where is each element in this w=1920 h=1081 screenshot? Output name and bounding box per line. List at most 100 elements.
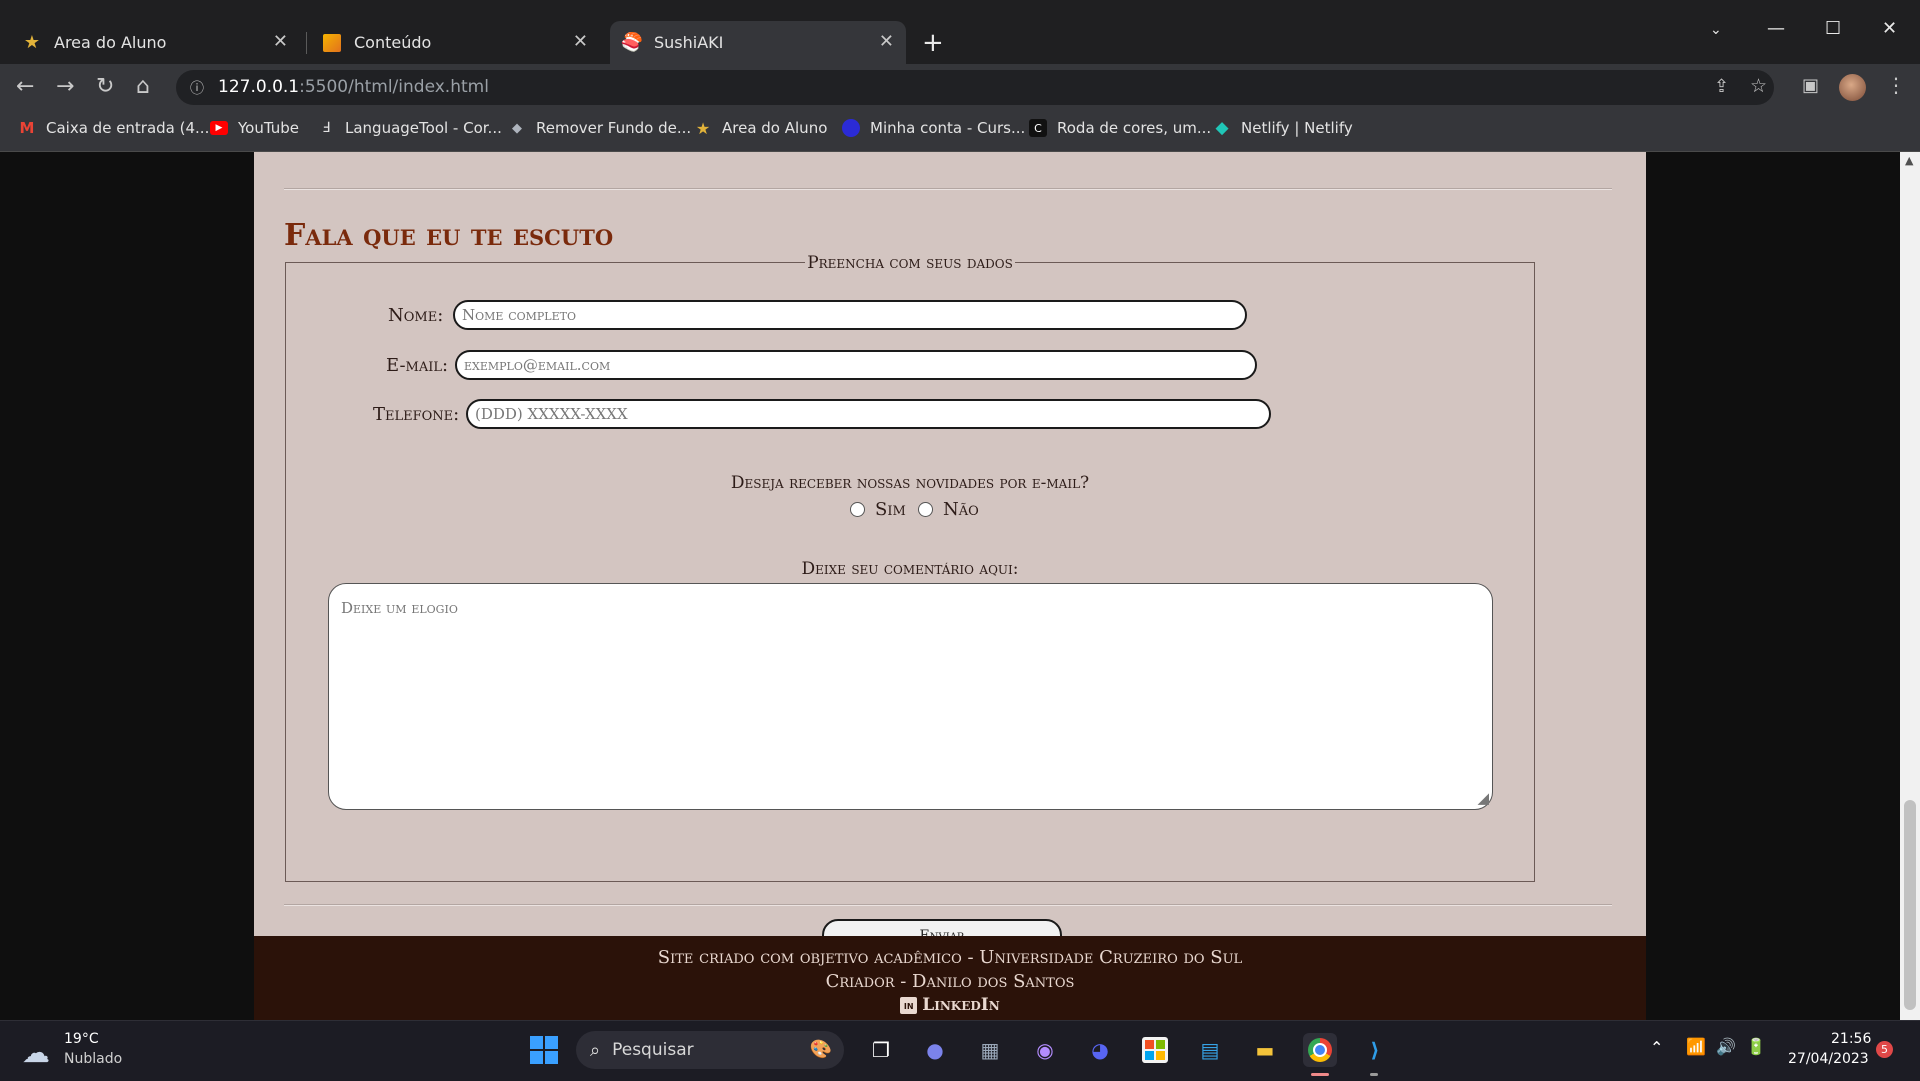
youtube-icon: ▶ bbox=[210, 121, 228, 135]
bookmark-star-icon[interactable]: ☆ bbox=[1750, 75, 1767, 97]
bookmark-label: YouTube bbox=[238, 119, 299, 137]
bookmark-label: Netlify | Netlify bbox=[1241, 119, 1353, 137]
share-icon[interactable]: ⇪ bbox=[1714, 76, 1729, 97]
tab-strip: ★ Area do Aluno ✕ Conteúdo ✕ 🍣 SushiAKI … bbox=[0, 0, 1920, 64]
tab-area-do-aluno[interactable]: ★ Area do Aluno ✕ bbox=[0, 21, 300, 64]
search-highlight-icon: 🎨 bbox=[809, 1039, 832, 1060]
minimize-icon[interactable]: — bbox=[1767, 18, 1785, 39]
close-icon[interactable]: ✕ bbox=[573, 31, 588, 52]
star-logo-icon: ★ bbox=[23, 32, 41, 53]
newsletter-question-wrap: Deseja receber nossas novidades por e-ma… bbox=[286, 473, 1534, 493]
close-icon[interactable]: ✕ bbox=[273, 31, 288, 52]
forward-arrow-icon[interactable]: → bbox=[56, 74, 74, 99]
profile-avatar[interactable] bbox=[1839, 74, 1866, 101]
bookmark-label: LanguageTool - Cor... bbox=[345, 119, 502, 137]
netlify-icon: ◆ bbox=[1215, 118, 1229, 138]
radio-yes[interactable] bbox=[850, 502, 865, 517]
newsletter-question: Deseja receber nossas novidades por e-ma… bbox=[730, 473, 1090, 493]
name-placeholder: Nome completo bbox=[462, 306, 576, 324]
taskbar-search[interactable]: ⌕ Pesquisar 🎨 bbox=[576, 1031, 844, 1069]
weather-temp[interactable]: 19°C bbox=[64, 1031, 99, 1047]
tab-search-chevron-icon[interactable]: ⌄ bbox=[1710, 22, 1722, 38]
page-scrollbar[interactable]: ▲ bbox=[1900, 152, 1920, 1020]
bookmark-gmail[interactable]: M Caixa de entrada (4.... bbox=[18, 119, 215, 137]
linkedin-link[interactable]: in LinkedIn bbox=[900, 995, 1000, 1015]
volume-icon[interactable]: 🔊 bbox=[1716, 1037, 1736, 1056]
bookmark-area-do-aluno[interactable]: ★ Area do Aluno bbox=[694, 119, 828, 138]
bookmark-roda-de-cores[interactable]: C Roda de cores, um... bbox=[1029, 119, 1211, 137]
course-icon bbox=[842, 119, 860, 137]
site-info-icon[interactable]: ⓘ bbox=[190, 78, 204, 98]
tab-sushiaki[interactable]: 🍣 SushiAKI ✕ bbox=[610, 21, 906, 64]
site-footer: Site criado com objetivo acadêmico - Uni… bbox=[254, 936, 1646, 1020]
wifi-icon[interactable]: 📶 bbox=[1686, 1037, 1706, 1056]
tab-conteudo[interactable]: Conteúdo ✕ bbox=[300, 21, 600, 64]
email-input[interactable]: exemplo@email.com bbox=[455, 350, 1257, 380]
name-input[interactable]: Nome completo bbox=[453, 300, 1247, 330]
phone-placeholder: (DDD) XXXXX-XXXX bbox=[475, 405, 628, 423]
calculator-icon[interactable]: ▦ bbox=[973, 1033, 1007, 1067]
window-close-icon[interactable]: ✕ bbox=[1882, 18, 1897, 39]
tab-title: Area do Aluno bbox=[54, 33, 167, 52]
clock-time[interactable]: 21:56 bbox=[1831, 1031, 1871, 1047]
menu-kebab-icon[interactable]: ⋮ bbox=[1886, 73, 1906, 97]
linkedin-label: LinkedIn bbox=[922, 995, 1000, 1015]
maximize-icon[interactable]: ☐ bbox=[1825, 18, 1841, 39]
divider bbox=[284, 904, 1612, 906]
close-icon[interactable]: ✕ bbox=[879, 31, 894, 52]
scroll-thumb[interactable] bbox=[1904, 800, 1916, 1010]
battery-icon[interactable]: 🔋 bbox=[1746, 1037, 1766, 1056]
radio-yes-label: Sim bbox=[875, 499, 906, 520]
clock-date[interactable]: 27/04/2023 bbox=[1788, 1051, 1869, 1067]
github-icon[interactable]: ◉ bbox=[1028, 1033, 1062, 1067]
home-icon[interactable]: ⌂ bbox=[136, 74, 150, 99]
comment-textarea[interactable]: Deixe um elogio ◢ bbox=[328, 583, 1493, 810]
legend-text: Preencha com seus dados bbox=[805, 253, 1015, 273]
notification-badge[interactable]: 5 bbox=[1876, 1041, 1893, 1058]
email-placeholder: exemplo@email.com bbox=[464, 356, 611, 374]
vscode-icon[interactable]: ⟩ bbox=[1358, 1033, 1392, 1067]
browser-toolbar: ← → ↻ ⌂ ⓘ 127.0.0.1:5500/html/index.html… bbox=[0, 64, 1920, 111]
scroll-up-arrow-icon[interactable]: ▲ bbox=[1905, 154, 1913, 167]
chrome-icon[interactable] bbox=[1303, 1033, 1337, 1067]
windows-start-icon[interactable] bbox=[527, 1033, 561, 1067]
phone-input[interactable]: (DDD) XXXXX-XXXX bbox=[466, 399, 1271, 429]
bookmark-label: Remover Fundo de... bbox=[536, 119, 692, 137]
bookmark-minha-conta[interactable]: Minha conta - Curs... bbox=[842, 119, 1025, 137]
chrome-active-indicator bbox=[1311, 1073, 1329, 1076]
radio-no[interactable] bbox=[918, 502, 933, 517]
notepad-icon[interactable]: ▤ bbox=[1193, 1033, 1227, 1067]
file-explorer-icon[interactable]: ▬ bbox=[1248, 1033, 1282, 1067]
layers-icon: ◆ bbox=[512, 120, 522, 136]
page-viewport: Fala que eu te escuto Preencha com seus … bbox=[0, 152, 1900, 1020]
weather-cloud-icon[interactable]: ☁ bbox=[22, 1036, 50, 1069]
show-hidden-icons-chevron-icon[interactable]: ⌃ bbox=[1650, 1038, 1663, 1057]
bookmark-label: Minha conta - Curs... bbox=[870, 119, 1026, 137]
task-view-icon[interactable]: ❐ bbox=[864, 1033, 898, 1067]
bookmark-languagetool[interactable]: Ⅎ LanguageTool - Cor... bbox=[317, 119, 502, 137]
radio-no-label: Não bbox=[943, 499, 979, 520]
bookmarks-bar: M Caixa de entrada (4.... ▶ YouTube Ⅎ La… bbox=[0, 111, 1920, 152]
reload-icon[interactable]: ↻ bbox=[96, 74, 114, 99]
teams-chat-icon[interactable]: ● bbox=[918, 1033, 952, 1067]
search-label: Pesquisar bbox=[612, 1040, 694, 1060]
bookmark-label: Roda de cores, um... bbox=[1057, 119, 1212, 137]
color-wheel-icon: C bbox=[1029, 119, 1047, 137]
bookmark-netlify[interactable]: ◆ Netlify | Netlify bbox=[1213, 118, 1353, 138]
microsoft-store-icon[interactable] bbox=[1138, 1033, 1172, 1067]
side-panel-icon[interactable]: ▣ bbox=[1802, 75, 1819, 96]
footer-line-creator: Criador - Danilo dos Santos bbox=[825, 971, 1075, 992]
address-bar[interactable]: ⓘ 127.0.0.1:5500/html/index.html ⇪ ☆ bbox=[176, 70, 1774, 105]
weather-condition[interactable]: Nublado bbox=[64, 1051, 122, 1067]
back-arrow-icon[interactable]: ← bbox=[16, 74, 34, 99]
new-tab-button[interactable]: + bbox=[922, 28, 944, 58]
discord-icon[interactable]: ◕ bbox=[1083, 1033, 1117, 1067]
resize-handle-icon[interactable]: ◢ bbox=[1477, 789, 1489, 807]
bookmark-remover-fundo[interactable]: ◆ Remover Fundo de... bbox=[508, 119, 691, 137]
sushi-icon: 🍣 bbox=[620, 32, 644, 53]
bookmark-youtube[interactable]: ▶ YouTube bbox=[210, 119, 299, 137]
gmail-icon: M bbox=[19, 119, 35, 137]
vscode-open-indicator bbox=[1370, 1073, 1378, 1076]
email-label: E-mail: bbox=[386, 355, 449, 376]
page-container: Fala que eu te escuto Preencha com seus … bbox=[254, 152, 1646, 1020]
